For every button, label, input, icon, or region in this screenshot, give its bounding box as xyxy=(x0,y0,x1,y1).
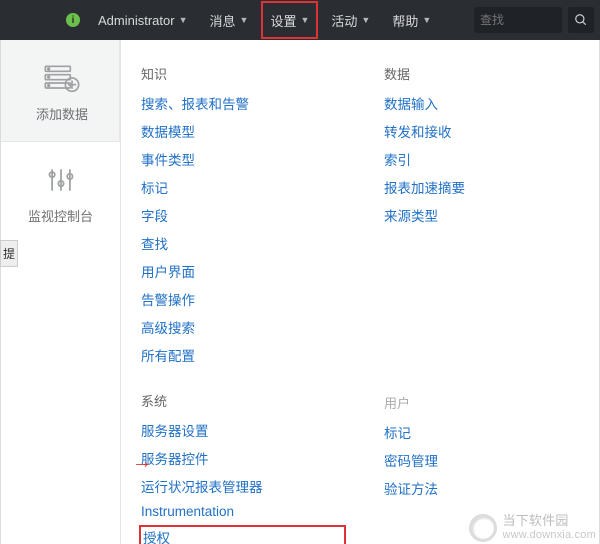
chevron-down-icon: ▼ xyxy=(179,15,188,25)
link-indexes[interactable]: 索引 xyxy=(384,149,587,169)
top-nav: i Administrator ▼ 消息 ▼ 设置 ▼ 活动 ▼ 帮助 ▼ xyxy=(0,0,600,40)
watermark-url: www.downxia.com xyxy=(503,529,596,542)
nav-settings[interactable]: 设置 ▼ xyxy=(260,0,319,40)
search-button[interactable] xyxy=(568,7,594,33)
nav-messages-label: 消息 xyxy=(210,11,236,30)
link-user-tags[interactable]: 标记 xyxy=(384,422,587,442)
link-server-controls[interactable]: 服务器控件 xyxy=(141,448,344,468)
nav-activity[interactable]: 活动 ▼ xyxy=(321,0,380,40)
nav-help[interactable]: 帮助 ▼ xyxy=(382,0,441,40)
search-input-wrap[interactable] xyxy=(474,7,562,33)
link-authentication-methods[interactable]: 验证方法 xyxy=(384,478,587,498)
link-all-configurations[interactable]: 所有配置 xyxy=(141,345,344,365)
nav-settings-label: 设置 xyxy=(270,11,296,30)
link-data-models[interactable]: 数据模型 xyxy=(141,121,344,141)
link-data-inputs[interactable]: 数据输入 xyxy=(384,93,587,113)
section-title-system: 系统 xyxy=(141,391,344,410)
link-password-management[interactable]: 密码管理 xyxy=(384,450,587,470)
watermark: 当下软件园 www.downxia.com xyxy=(469,513,596,542)
main-area: 添加数据 监视控制台 提 知识 搜索、报表和告警 数据模型 事件类型 标记 字段… xyxy=(0,40,600,544)
section-title-knowledge: 知识 xyxy=(141,64,344,83)
chevron-down-icon: ▼ xyxy=(422,15,431,25)
chevron-down-icon: ▼ xyxy=(240,15,249,25)
nav-help-label: 帮助 xyxy=(392,11,418,30)
link-instrumentation[interactable]: Instrumentation xyxy=(141,504,344,519)
sidebar: 添加数据 监视控制台 xyxy=(1,40,121,544)
link-event-types[interactable]: 事件类型 xyxy=(141,149,344,169)
link-fields[interactable]: 字段 xyxy=(141,205,344,225)
dropdown-col-right: 数据 数据输入 转发和接收 索引 报表加速摘要 来源类型 用户 标记 密码管理 … xyxy=(384,56,587,528)
nav-messages[interactable]: 消息 ▼ xyxy=(200,0,259,40)
link-server-settings[interactable]: 服务器设置 xyxy=(141,420,344,440)
link-source-types[interactable]: 来源类型 xyxy=(384,205,587,225)
link-user-interface[interactable]: 用户界面 xyxy=(141,261,344,281)
link-lookups[interactable]: 查找 xyxy=(141,233,344,253)
chevron-down-icon: ▼ xyxy=(361,15,370,25)
section-title-data: 数据 xyxy=(384,64,587,83)
link-licensing[interactable]: 授权 xyxy=(141,527,344,544)
section-title-users: 用户 xyxy=(384,393,587,412)
cropped-text-fragment: 提 xyxy=(0,240,18,267)
dropdown-col-left: 知识 搜索、报表和告警 数据模型 事件类型 标记 字段 查找 用户界面 告警操作… xyxy=(141,56,344,528)
link-forwarding-receiving[interactable]: 转发和接收 xyxy=(384,121,587,141)
sidebar-item-label: 添加数据 xyxy=(36,104,88,123)
sliders-icon xyxy=(45,164,77,196)
sidebar-item-label: 监视控制台 xyxy=(28,206,93,225)
add-data-icon xyxy=(42,62,82,94)
annotation-arrow-right-icon: → xyxy=(132,452,152,472)
sidebar-item-monitoring-console[interactable]: 监视控制台 xyxy=(1,142,120,243)
link-report-acceleration[interactable]: 报表加速摘要 xyxy=(384,177,587,197)
search-input[interactable] xyxy=(480,13,540,27)
nav-admin-label: Administrator xyxy=(98,13,175,28)
link-alert-actions[interactable]: 告警操作 xyxy=(141,289,344,309)
link-search-reports-alerts[interactable]: 搜索、报表和告警 xyxy=(141,93,344,113)
chevron-down-icon: ▼ xyxy=(300,15,309,25)
watermark-title: 当下软件园 xyxy=(503,513,596,529)
status-info-icon: i xyxy=(66,13,80,27)
watermark-logo-icon xyxy=(469,514,497,542)
sidebar-item-add-data[interactable]: 添加数据 xyxy=(1,40,120,141)
nav-admin[interactable]: Administrator ▼ xyxy=(88,0,198,40)
link-tags[interactable]: 标记 xyxy=(141,177,344,197)
nav-activity-label: 活动 xyxy=(331,11,357,30)
link-health-report-manager[interactable]: 运行状况报表管理器 xyxy=(141,476,344,496)
search-icon xyxy=(574,13,588,27)
settings-dropdown-panel: 知识 搜索、报表和告警 数据模型 事件类型 标记 字段 查找 用户界面 告警操作… xyxy=(121,40,600,544)
link-advanced-search[interactable]: 高级搜索 xyxy=(141,317,344,337)
